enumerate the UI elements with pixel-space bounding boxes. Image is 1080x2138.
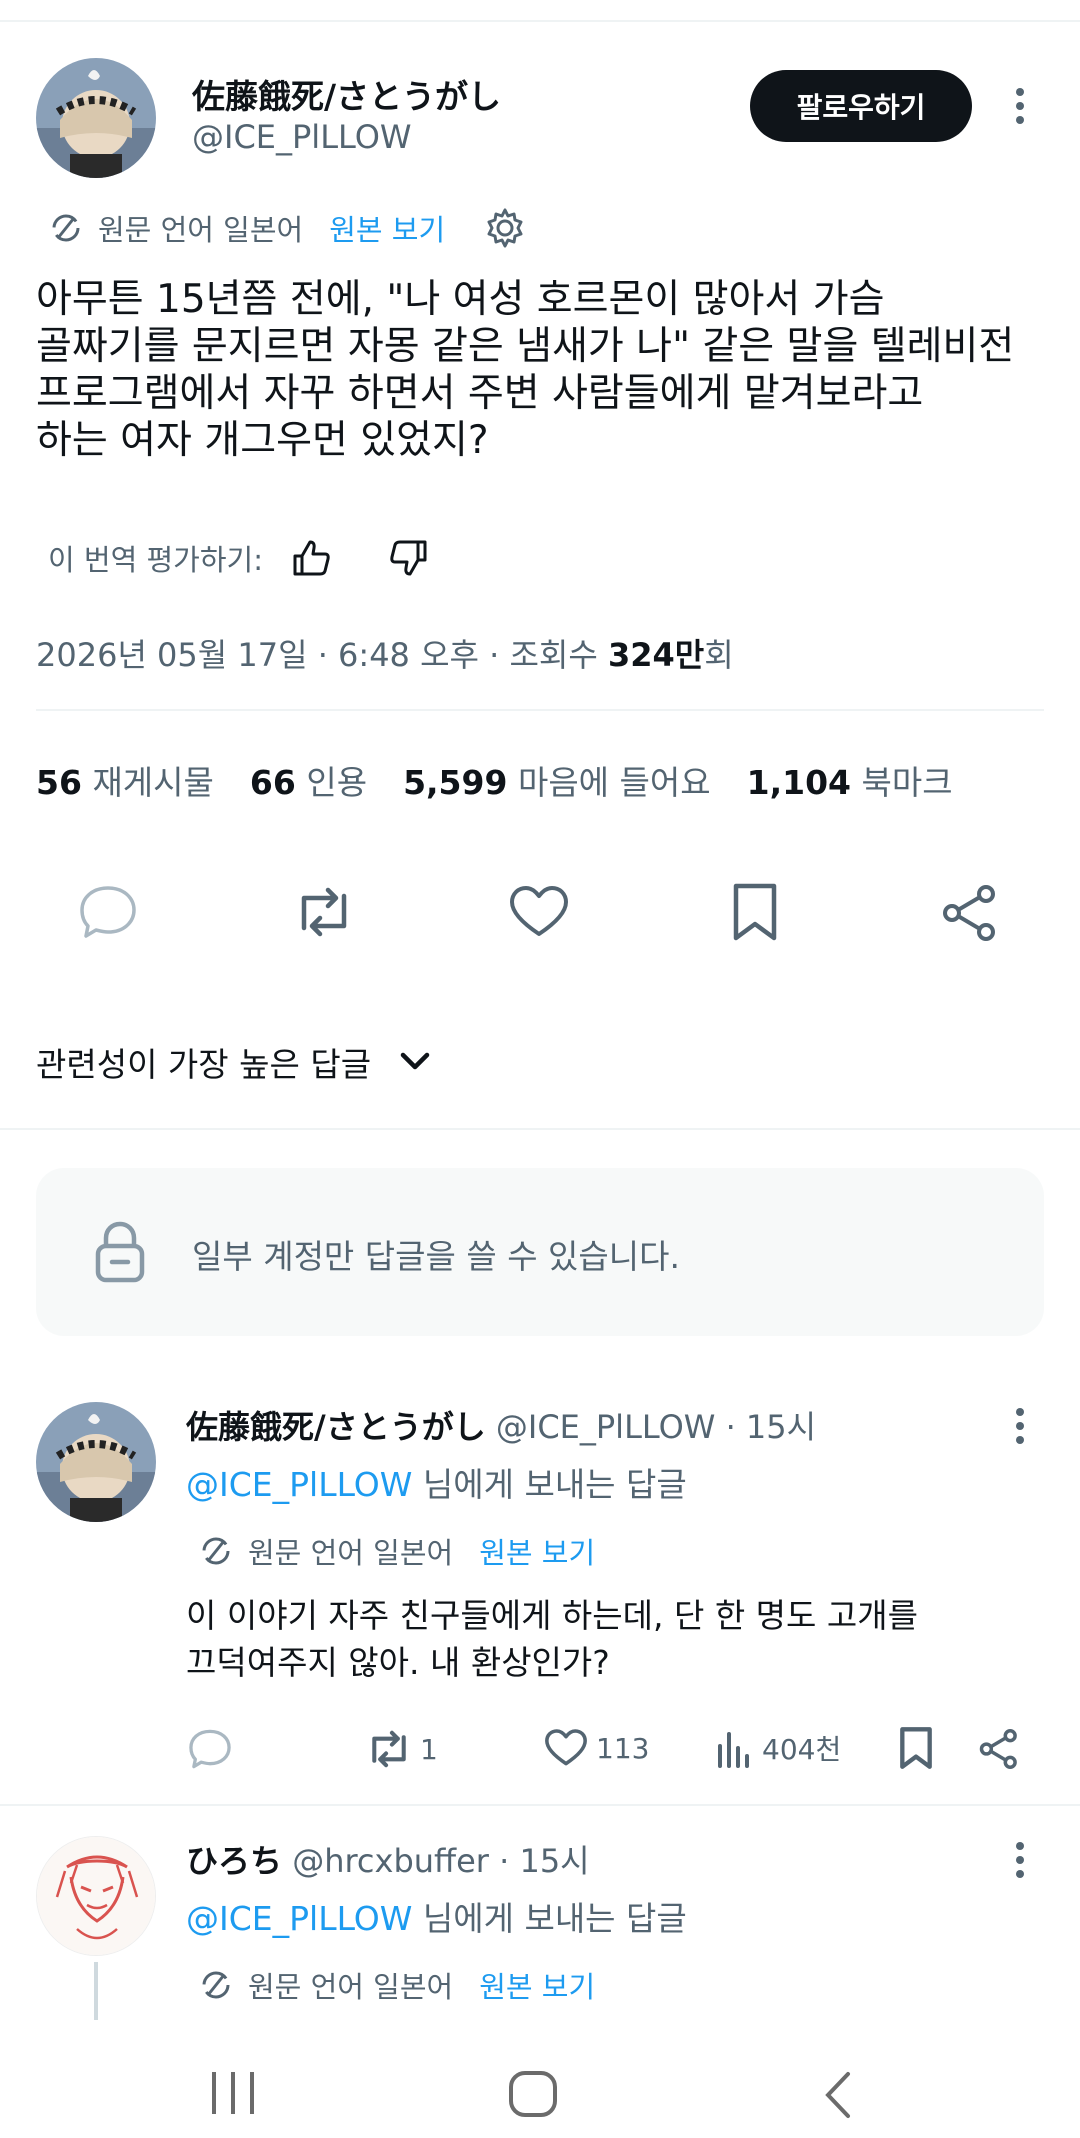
translation-row: 원문 언어 일본어 원본 보기 <box>48 206 527 250</box>
reply-avatar[interactable] <box>36 1836 156 1956</box>
view-count: 404천 <box>762 1733 842 1766</box>
reply-restriction-text: 일부 계정만 답글을 쓸 수 있습니다. <box>192 1237 680 1276</box>
repost-action[interactable]: 1 <box>364 1728 438 1770</box>
share-icon[interactable] <box>940 884 1000 942</box>
reply-text-line: 끄덕여주지 않아. 내 환상인가? <box>186 1643 610 1682</box>
view-original-link[interactable]: 원본 보기 <box>479 1964 595 2006</box>
top-divider <box>0 20 1080 22</box>
translate-icon <box>198 1533 234 1569</box>
view-original-link[interactable]: 원본 보기 <box>479 1530 595 1572</box>
reply-author-handle[interactable]: @ICE_PlLLOW <box>496 1408 716 1446</box>
thumbs-up-icon[interactable] <box>289 536 333 580</box>
rate-translation-label: 이 번역 평가하기: <box>48 543 263 577</box>
author-name[interactable]: 佐藤餓死/さとうがし <box>192 70 501 118</box>
translation-row: 원문 언어 일본어 원본 보기 <box>198 1964 595 2006</box>
view-count: 324만 <box>607 636 705 674</box>
post-text-line: 프로그램에서 자꾸 하면서 주변 사람들에게 맡겨보라고 <box>36 371 924 416</box>
reply-to-line: @ICE_PlLLOW 님에게 보내는 답글 <box>186 1458 687 1506</box>
like-count: 113 <box>596 1731 650 1765</box>
reply-header: ひろち @hrcxbuffer · 15시 <box>186 1836 590 1882</box>
stat-reposts[interactable]: 56 재게시물 <box>36 756 214 804</box>
author-handle[interactable]: @ICE_PlLLOW <box>192 118 412 156</box>
like-heart-icon <box>544 1728 588 1768</box>
more-options-icon[interactable] <box>1008 86 1032 126</box>
more-options-icon[interactable] <box>1008 1840 1032 1880</box>
home-icon[interactable] <box>508 2070 558 2118</box>
rate-translation-row: 이 번역 평가하기: <box>48 536 431 580</box>
post-text: 아무튼 15년쯤 전에, "나 여성 호르몬이 많아서 가슴 골짜기를 문지르면… <box>36 276 1056 464</box>
recent-apps-icon[interactable] <box>208 2070 258 2116</box>
reply-author-name[interactable]: ひろち <box>186 1842 282 1880</box>
settings-gear-icon[interactable] <box>483 206 527 250</box>
reply-restriction-box: 일부 계정만 답글을 쓸 수 있습니다. <box>36 1168 1044 1336</box>
lock-icon <box>92 1220 148 1284</box>
stat-quotes[interactable]: 66 인용 <box>250 756 367 804</box>
engagement-stats: 56 재게시물 66 인용 5,599 마음에 들어요 1,104 북마크 <box>36 756 953 804</box>
repost-count: 1 <box>420 1732 438 1766</box>
reply-sort-dropdown[interactable]: 관련성이 가장 높은 답글 <box>36 1038 431 1086</box>
analytics-bar-icon <box>716 1728 754 1768</box>
translate-icon <box>198 1967 234 2003</box>
reply-icon[interactable] <box>188 1728 232 1770</box>
more-options-icon[interactable] <box>1008 1406 1032 1446</box>
chevron-down-icon <box>399 1051 431 1073</box>
reply-icon[interactable] <box>78 884 138 940</box>
reply-to-mention[interactable]: @ICE_PlLLOW <box>186 1899 412 1938</box>
post-timestamp: 2026년 05월 17일 · 6:48 오후 · 조회수 324만회 <box>36 630 734 676</box>
like-action[interactable]: 113 <box>544 1728 649 1768</box>
translate-icon <box>48 210 84 246</box>
reply-sort-label: 관련성이 가장 높은 답글 <box>36 1045 372 1084</box>
post-text-line: 하는 여자 개그우먼 있었지? <box>36 418 489 463</box>
view-original-link[interactable]: 원본 보기 <box>329 207 445 249</box>
reply-to-suffix: 님에게 보내는 답글 <box>412 1465 687 1504</box>
reply-to-line: @ICE_PlLLOW 님에게 보내는 답글 <box>186 1892 687 1940</box>
reply-to-suffix: 님에게 보내는 답글 <box>412 1899 687 1938</box>
follow-button[interactable]: 팔로우하기 <box>750 70 972 142</box>
reply-divider <box>0 1804 1080 1806</box>
timestamp-text: 2026년 05월 17일 · 6:48 오후 · 조회수 <box>36 636 608 674</box>
reply-to-mention[interactable]: @ICE_PlLLOW <box>186 1465 412 1504</box>
thread-line <box>94 1962 98 2020</box>
like-heart-icon[interactable] <box>508 884 570 940</box>
section-divider <box>0 1128 1080 1130</box>
reply-avatar[interactable] <box>36 1402 156 1522</box>
translation-row: 원문 언어 일본어 원본 보기 <box>198 1530 595 1572</box>
post-text-line: 골짜기를 문지르면 자몽 같은 냄새가 나" 같은 말을 텔레비전 <box>36 324 1015 369</box>
share-icon[interactable] <box>978 1728 1020 1770</box>
reply-header: 佐藤餓死/さとうがし @ICE_PlLLOW · 15시 <box>186 1402 816 1448</box>
reply-author-handle[interactable]: @hrcxbuffer <box>292 1842 489 1880</box>
repost-icon <box>364 1728 414 1770</box>
thumbs-down-icon[interactable] <box>387 536 431 580</box>
system-navigation-bar <box>0 2030 1080 2138</box>
view-count-suffix: 회 <box>704 636 734 674</box>
translation-note: 원문 언어 일본어 <box>248 1536 454 1570</box>
author-avatar[interactable] <box>36 58 156 178</box>
stats-divider <box>36 709 1044 711</box>
reply-text-line: 이 이야기 자주 친구들에게 하는데, 단 한 명도 고개를 <box>186 1596 918 1635</box>
back-icon[interactable] <box>820 2070 854 2120</box>
reply-text: 이 이야기 자주 친구들에게 하는데, 단 한 명도 고개를 끄덕여주지 않아.… <box>186 1592 918 1686</box>
reply-author-name[interactable]: 佐藤餓死/さとうがし <box>186 1408 486 1446</box>
post-text-line: 아무튼 15년쯤 전에, "나 여성 호르몬이 많아서 가슴 <box>36 277 885 322</box>
translation-note: 원문 언어 일본어 <box>248 1970 454 2004</box>
repost-icon[interactable] <box>290 884 358 940</box>
bookmark-icon[interactable] <box>898 1726 934 1770</box>
bookmark-icon[interactable] <box>730 882 780 942</box>
stat-bookmarks[interactable]: 1,104 북마크 <box>747 756 953 804</box>
translation-note: 원문 언어 일본어 <box>98 213 304 247</box>
views-action[interactable]: 404천 <box>716 1728 841 1768</box>
stat-likes[interactable]: 5,599 마음에 들어요 <box>403 756 711 804</box>
reply-time[interactable]: · 15시 <box>499 1842 590 1880</box>
reply-time[interactable]: · 15시 <box>726 1408 817 1446</box>
